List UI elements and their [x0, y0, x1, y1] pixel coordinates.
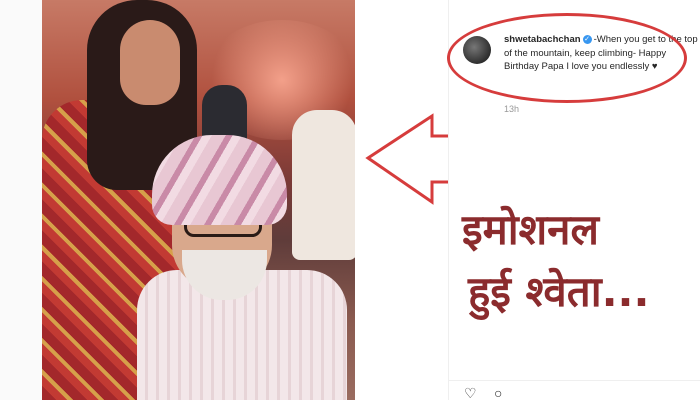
man-turban: [152, 135, 287, 225]
post-time[interactable]: 13h: [504, 104, 519, 114]
headline-line-2: हुई श्वेता...: [468, 267, 650, 316]
left-margin: [0, 0, 42, 400]
headline-line-1: इमोशनल: [462, 205, 599, 254]
heart-icon[interactable]: ♡: [464, 386, 477, 400]
post-photo[interactable]: [42, 0, 355, 400]
action-bar-divider: [448, 380, 700, 381]
background-person: [292, 110, 355, 260]
circle-annotation: [447, 13, 687, 103]
woman-face: [120, 20, 180, 105]
comment-icon[interactable]: ○: [494, 386, 502, 400]
